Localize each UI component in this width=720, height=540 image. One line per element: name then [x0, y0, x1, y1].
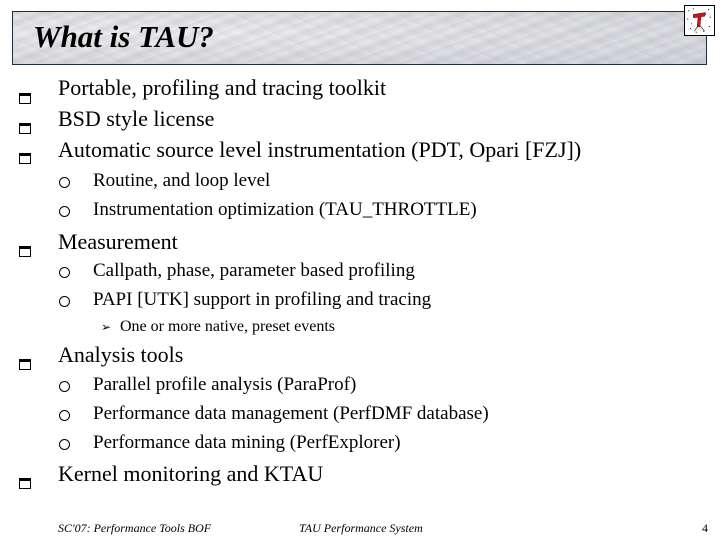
tau-logo-icon — [684, 5, 715, 36]
sub-bullet-text: Routine, and loop level — [93, 170, 271, 191]
sub-bullet-text: Performance data mining (PerfExplorer) — [93, 432, 401, 453]
bullet-text: Measurement — [58, 229, 178, 254]
circle-bullet-icon — [59, 381, 70, 392]
circle-bullet-icon — [59, 206, 70, 217]
square-bullet-icon — [19, 93, 31, 104]
bullet-text: Analysis tools — [58, 342, 184, 367]
square-bullet-icon — [19, 359, 31, 370]
circle-bullet-icon — [59, 267, 70, 278]
slide-title: What is TAU? — [33, 19, 214, 54]
square-bullet-icon — [19, 153, 31, 164]
page-number: 4 — [702, 521, 708, 535]
circle-bullet-icon — [59, 296, 70, 307]
circle-bullet-icon — [59, 410, 70, 421]
sub-bullet-text: Callpath, phase, parameter based profili… — [93, 260, 415, 281]
sub-sub-bullet-text: One or more native, preset events — [120, 318, 336, 335]
bullet-text: Automatic source level instrumentation (… — [58, 137, 582, 162]
sub-bullet-text: Performance data management (PerfDMF dat… — [93, 403, 489, 424]
bullet-text: Kernel monitoring and KTAU — [58, 461, 324, 486]
circle-bullet-icon — [59, 177, 70, 188]
footer-left: SC'07: Performance Tools BOF — [58, 521, 212, 535]
circle-bullet-icon — [59, 439, 70, 450]
square-bullet-icon — [19, 123, 31, 134]
footer-center: TAU Performance System — [299, 521, 423, 535]
square-bullet-icon — [19, 478, 31, 489]
title-banner: What is TAU? — [12, 11, 707, 65]
sub-bullet-text: Instrumentation optimization (TAU_THROTT… — [93, 199, 477, 220]
arrowhead-bullet-icon: ➢ — [101, 320, 112, 334]
tau-logo-graphic — [687, 8, 711, 33]
sub-bullet-text: PAPI [UTK] support in profiling and trac… — [93, 289, 432, 310]
sub-bullet-text: Parallel profile analysis (ParaProf) — [93, 374, 357, 395]
bullet-text: Portable, profiling and tracing toolkit — [58, 75, 387, 100]
bullet-text: BSD style license — [58, 106, 215, 131]
square-bullet-icon — [19, 246, 31, 257]
